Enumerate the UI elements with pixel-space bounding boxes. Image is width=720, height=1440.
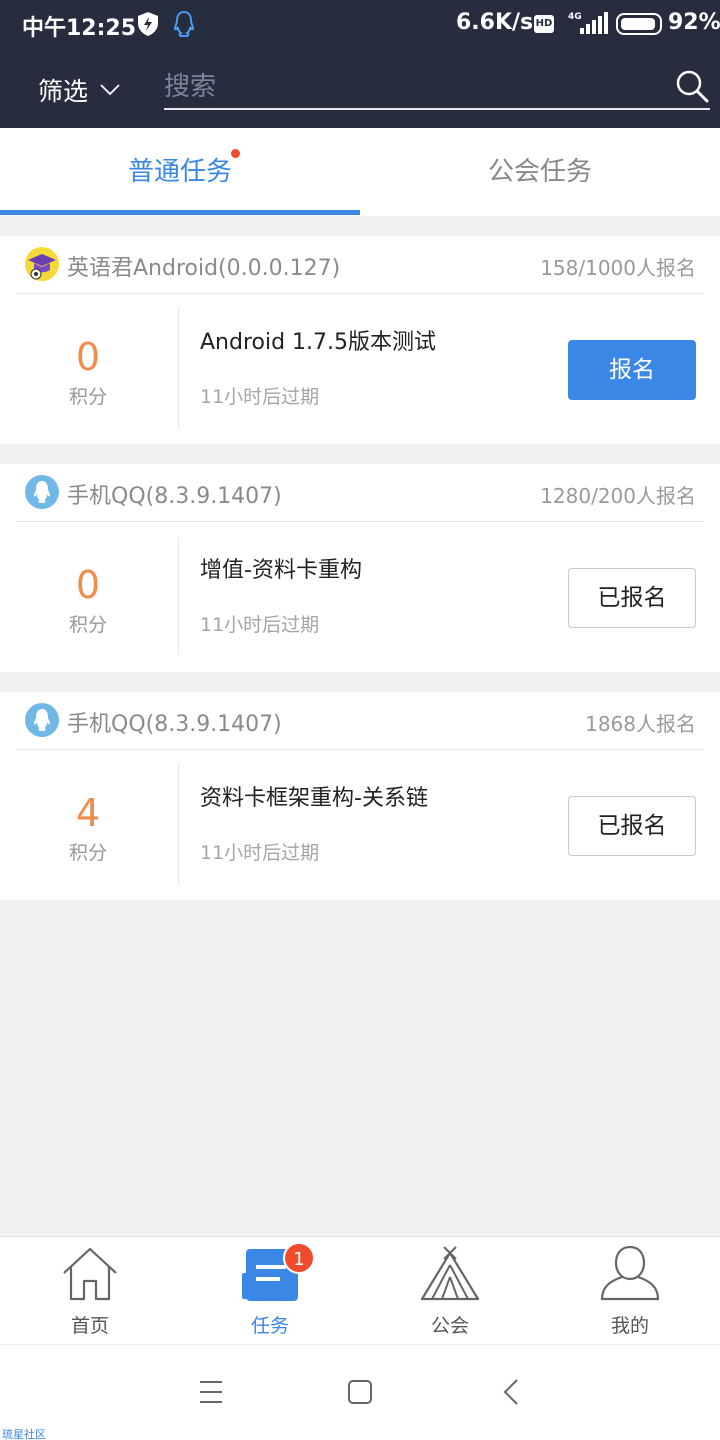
tab-normal-tasks[interactable]: 普通任务 [0,128,360,216]
hd-badge: HD [534,15,554,33]
search-icon[interactable] [674,68,710,104]
task-card-header: 英语君Android(0.0.0.127) 158/1000人报名 [16,236,704,294]
battery-percent: 92% [668,10,720,35]
points-box: 4 积分 [30,790,146,865]
graduation-cap-icon [25,247,59,281]
signup-count: 158/1000人报名 [540,256,696,280]
points-unit: 积分 [68,386,107,408]
task-card-body: 0 积分 Android 1.7.5版本测试 11小时后过期 报名 [0,294,720,444]
nav-label: 任务 [250,1315,289,1337]
top-bar: 中午12:25 6.6K/s HD 4G 92% 筛选 [0,0,720,128]
watermark: 琉星社区 [2,1428,46,1440]
points-value: 0 [75,563,101,607]
tab-label: 公会任务 [487,157,592,187]
divider [178,765,179,883]
nav-label: 我的 [610,1315,649,1337]
task-title: Android 1.7.5版本测试 [200,330,437,355]
filter-dropdown[interactable]: 筛选 [38,72,120,108]
divider [178,309,179,427]
app-name: 手机QQ(8.3.9.1407) [67,484,282,509]
points-unit: 积分 [68,842,107,864]
points-box: 0 积分 [30,562,146,637]
bottom-nav: 首页 任务 公会 我的 [0,1236,720,1344]
task-tabs: 普通任务 公会任务 [0,128,720,216]
filter-label: 筛选 [38,77,89,106]
task-expiry: 11小时后过期 [200,386,320,408]
back-icon[interactable] [502,1379,520,1405]
task-card[interactable]: 手机QQ(8.3.9.1407) 1868人报名 4 积分 资料卡框架重构-关系… [0,692,720,900]
task-card-body: 0 积分 增值-资料卡重构 11小时后过期 已报名 [0,522,720,672]
signup-count: 1868人报名 [585,712,696,736]
status-bar: 中午12:25 6.6K/s HD 4G 92% [0,0,720,50]
signup-button[interactable]: 报名 [568,340,696,400]
points-box: 0 积分 [30,334,146,409]
points-unit: 积分 [68,614,107,636]
qq-penguin-icon [25,475,59,509]
task-expiry: 11小时后过期 [200,614,320,636]
tab-label: 普通任务 [127,157,232,187]
menu-icon[interactable] [199,1379,223,1405]
task-card-header: 手机QQ(8.3.9.1407) 1868人报名 [16,692,704,750]
task-badge: 1 [283,1242,315,1274]
nav-item-home[interactable]: 首页 [0,1237,180,1345]
task-card[interactable]: 英语君Android(0.0.0.127) 158/1000人报名 0 积分 A… [0,236,720,444]
system-nav-bar [0,1344,720,1440]
task-card-body: 4 积分 资料卡框架重构-关系链 11小时后过期 已报名 [0,750,720,900]
signal-4g-icon: 4G [568,12,608,34]
task-expiry: 11小时后过期 [200,842,320,864]
qq-icon [173,10,195,37]
points-value: 0 [75,335,101,379]
nav-item-profile[interactable]: 我的 [540,1237,720,1345]
chevron-down-icon [100,84,120,96]
task-card[interactable]: 手机QQ(8.3.9.1407) 1280/200人报名 0 积分 增值-资料卡… [0,464,720,672]
task-title: 资料卡框架重构-关系链 [200,786,428,811]
unread-dot [231,149,240,158]
points-value: 4 [75,791,101,835]
nav-label: 首页 [70,1315,109,1337]
app-name: 手机QQ(8.3.9.1407) [67,712,282,737]
qq-penguin-icon [25,703,59,737]
signed-up-button[interactable]: 已报名 [568,568,696,628]
tab-guild-tasks[interactable]: 公会任务 [360,128,720,216]
nav-item-tasks[interactable]: 任务 [180,1237,360,1345]
status-time: 中午12:25 [22,16,137,41]
tent-icon [420,1246,480,1301]
divider [178,537,179,655]
home-button-icon[interactable] [347,1379,373,1405]
network-speed: 6.6K/s [456,10,534,35]
nav-item-guild[interactable]: 公会 [360,1237,540,1345]
home-icon [63,1247,117,1301]
signed-up-button[interactable]: 已报名 [568,796,696,856]
search-bar [164,66,710,110]
search-input[interactable] [164,68,664,106]
nav-label: 公会 [430,1315,469,1337]
task-card-header: 手机QQ(8.3.9.1407) 1280/200人报名 [16,464,704,522]
active-tab-indicator [0,210,360,215]
svg-text:4G: 4G [568,12,582,22]
profile-icon [600,1245,660,1301]
task-title: 增值-资料卡重构 [200,558,362,583]
shield-flash-icon [138,12,158,36]
signup-count: 1280/200人报名 [540,484,696,508]
battery-icon [616,13,662,35]
app-name: 英语君Android(0.0.0.127) [67,256,341,281]
